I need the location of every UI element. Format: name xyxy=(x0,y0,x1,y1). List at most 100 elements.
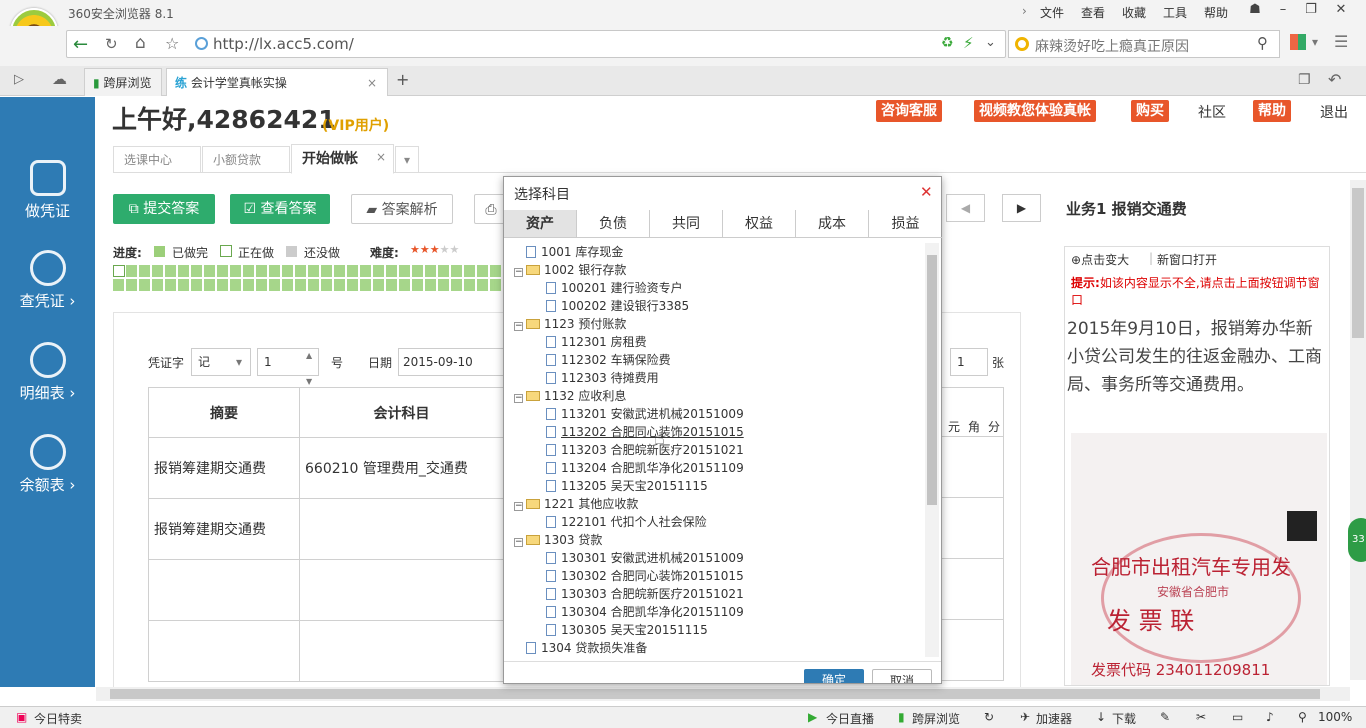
dialog-tab-assets[interactable]: 资产 xyxy=(504,210,577,238)
consult-button[interactable]: 咨询客服 xyxy=(876,100,942,122)
cloud-icon[interactable]: ☁ xyxy=(52,70,67,88)
sidebar-item-query-voucher[interactable]: 查凭证 › xyxy=(0,250,95,311)
row-account[interactable]: 660210 管理费用_交通费 xyxy=(299,437,504,499)
page-scrollbar[interactable] xyxy=(1350,180,1366,680)
row-account[interactable] xyxy=(299,559,504,621)
tree-node[interactable]: 113204 合肥凯华净化20151109 xyxy=(546,459,744,477)
status-split[interactable]: 跨屏浏览 xyxy=(912,710,960,727)
search-input[interactable]: 麻辣烫好吃上瘾真正原因 xyxy=(1035,36,1189,56)
tree-node[interactable]: 1304 贷款损失准备 xyxy=(514,639,647,657)
answer-analysis-button[interactable]: ▰ 答案解析 xyxy=(351,194,453,224)
collapse-icon[interactable]: − xyxy=(514,394,523,403)
row-account[interactable] xyxy=(299,620,504,682)
window-icon[interactable]: ▭ xyxy=(1232,710,1243,724)
maximize-icon[interactable]: ❐ xyxy=(1296,0,1326,20)
voucher-word-select[interactable]: 记 ▾ xyxy=(191,348,251,376)
date-field[interactable]: 2015-09-10 xyxy=(398,348,504,376)
row-summary[interactable]: 报销筹建期交通费 xyxy=(148,498,300,560)
close-window-icon[interactable]: ✕ xyxy=(1326,0,1356,20)
refresh-icon[interactable]: ↻ xyxy=(105,35,118,53)
help-button[interactable]: 帮助 xyxy=(1253,100,1291,122)
float-widget-icon[interactable]: 33 xyxy=(1348,518,1366,562)
pen-icon[interactable]: ✎ xyxy=(1160,710,1170,724)
minimize-icon[interactable]: – xyxy=(1268,0,1298,20)
row-summary[interactable]: 报销筹建期交通费 xyxy=(148,437,300,499)
menu-help[interactable]: 帮助 xyxy=(1204,4,1228,21)
logout-link[interactable]: 退出 xyxy=(1320,102,1348,122)
sidebar-toggle-icon[interactable]: ▷ xyxy=(14,72,24,87)
dropdown-icon[interactable]: ⌄ xyxy=(985,35,996,50)
tree-node[interactable]: 130305 吴天宝20151115 xyxy=(546,621,708,639)
menu-favorites[interactable]: 收藏 xyxy=(1122,4,1146,21)
dialog-cancel-button[interactable]: 取消 xyxy=(872,669,932,683)
horizontal-scrollbar[interactable] xyxy=(96,687,1350,701)
sidebar-item-make-voucher[interactable]: 做凭证 xyxy=(0,160,95,221)
tree-node[interactable]: − 1221 其他应收款 xyxy=(514,495,638,513)
tree-node[interactable]: 130302 合肥同心装饰20151015 xyxy=(546,567,744,585)
dialog-close-icon[interactable]: ✕ xyxy=(920,183,933,201)
url-bar[interactable]: ← ↻ ⌂ ☆ http://lx.acc5.com/ ♻ ⚡ ⌄ xyxy=(66,30,1006,58)
tree-node[interactable]: 130303 合肥皖新医疗20151021 xyxy=(546,585,744,603)
tree-node[interactable]: 100202 建设银行3385 xyxy=(546,297,689,315)
menu-arrow-icon[interactable]: › xyxy=(1022,4,1027,18)
community-link[interactable]: 社区 xyxy=(1198,102,1226,122)
row-summary[interactable] xyxy=(148,559,300,621)
search-box[interactable]: 麻辣烫好吃上瘾真正原因 ⚲ xyxy=(1008,30,1280,58)
buy-button[interactable]: 购买 xyxy=(1131,100,1169,122)
next-business-button[interactable]: ▶ xyxy=(1002,194,1041,222)
collapse-icon[interactable]: − xyxy=(514,502,523,511)
row-summary[interactable] xyxy=(148,620,300,682)
url-text[interactable]: http://lx.acc5.com/ xyxy=(213,35,354,53)
tree-node[interactable]: 113205 吴天宝20151115 xyxy=(546,477,708,495)
screenshot-icon[interactable]: ✂ xyxy=(1196,710,1206,724)
sidebar-item-balance[interactable]: 余额表 › xyxy=(0,434,95,495)
tree-node[interactable]: − 1002 银行存款 xyxy=(514,261,626,279)
voucher-number-stepper[interactable]: 1 ▲ ▼ xyxy=(257,348,319,386)
audio-icon[interactable]: ♪ xyxy=(1266,710,1274,724)
apps-dropdown-icon[interactable]: ▾ xyxy=(1312,35,1318,49)
restore-tab-icon[interactable]: ❐ xyxy=(1298,72,1311,88)
lightning-icon[interactable]: ⚡ xyxy=(963,34,974,52)
tree-node[interactable]: − 1123 预付账款 xyxy=(514,315,626,333)
refresh-status-icon[interactable]: ↻ xyxy=(984,710,994,724)
tree-node[interactable]: 130304 合肥凯华净化20151109 xyxy=(546,603,744,621)
new-tab-button[interactable]: + xyxy=(396,70,409,89)
tab-close-icon[interactable]: × xyxy=(367,69,377,97)
dialog-tab-liabilities[interactable]: 负债 xyxy=(577,210,650,238)
tree-node[interactable]: 113201 安徽武进机械20151009 xyxy=(546,405,744,423)
status-live[interactable]: 今日直播 xyxy=(826,710,874,727)
menu-file[interactable]: 文件 xyxy=(1040,4,1064,21)
subtab-close-icon[interactable]: × xyxy=(376,150,386,164)
tree-node[interactable]: 113202 合肥同心装饰20151015 xyxy=(546,423,744,441)
status-accelerator[interactable]: 加速器 xyxy=(1036,710,1072,727)
new-window-link[interactable]: 新窗口打开 xyxy=(1157,251,1217,268)
undo-icon[interactable]: ↶ xyxy=(1328,70,1341,89)
search-icon[interactable]: ⚲ xyxy=(1257,34,1268,52)
tree-node[interactable]: 112301 房租费 xyxy=(546,333,647,351)
tab-split-browse[interactable]: ▮ 跨屏浏览 xyxy=(84,68,162,96)
apps-icon[interactable] xyxy=(1290,34,1306,50)
submit-answer-button[interactable]: ⧉ 提交答案 xyxy=(113,194,215,224)
skin-icon[interactable]: ☗ xyxy=(1240,0,1270,20)
status-zoom[interactable]: 100% xyxy=(1318,710,1352,724)
tree-node[interactable]: 100201 建行验资专户 xyxy=(546,279,683,297)
status-download[interactable]: 下载 xyxy=(1112,710,1136,727)
dialog-tab-profit-loss[interactable]: 损益 xyxy=(869,210,942,238)
dialog-tab-common[interactable]: 共同 xyxy=(650,210,723,238)
tree-node[interactable]: 122101 代扣个人社会保险 xyxy=(546,513,707,531)
star-icon[interactable]: ☆ xyxy=(165,34,179,53)
tree-scroll-thumb[interactable] xyxy=(927,255,937,505)
collapse-icon[interactable]: − xyxy=(514,322,523,331)
tree-node[interactable]: 113203 合肥皖新医疗20151021 xyxy=(546,441,744,459)
menu-view[interactable]: 查看 xyxy=(1081,4,1105,21)
tree-scrollbar[interactable] xyxy=(925,243,939,657)
attachment-count-field[interactable]: 1 xyxy=(950,348,988,376)
menu-tools[interactable]: 工具 xyxy=(1163,4,1187,21)
home-icon[interactable]: ⌂ xyxy=(135,33,146,53)
sidebar-item-detail[interactable]: 明细表 › xyxy=(0,342,95,403)
zoom-link[interactable]: ⊕点击变大 xyxy=(1071,251,1129,268)
tree-node[interactable]: − 1132 应收利息 xyxy=(514,387,626,405)
tree-node[interactable]: 112302 车辆保险费 xyxy=(546,351,671,369)
menu-icon[interactable]: ☰ xyxy=(1334,32,1348,51)
tree-node[interactable]: 112303 待摊费用 xyxy=(546,369,659,387)
